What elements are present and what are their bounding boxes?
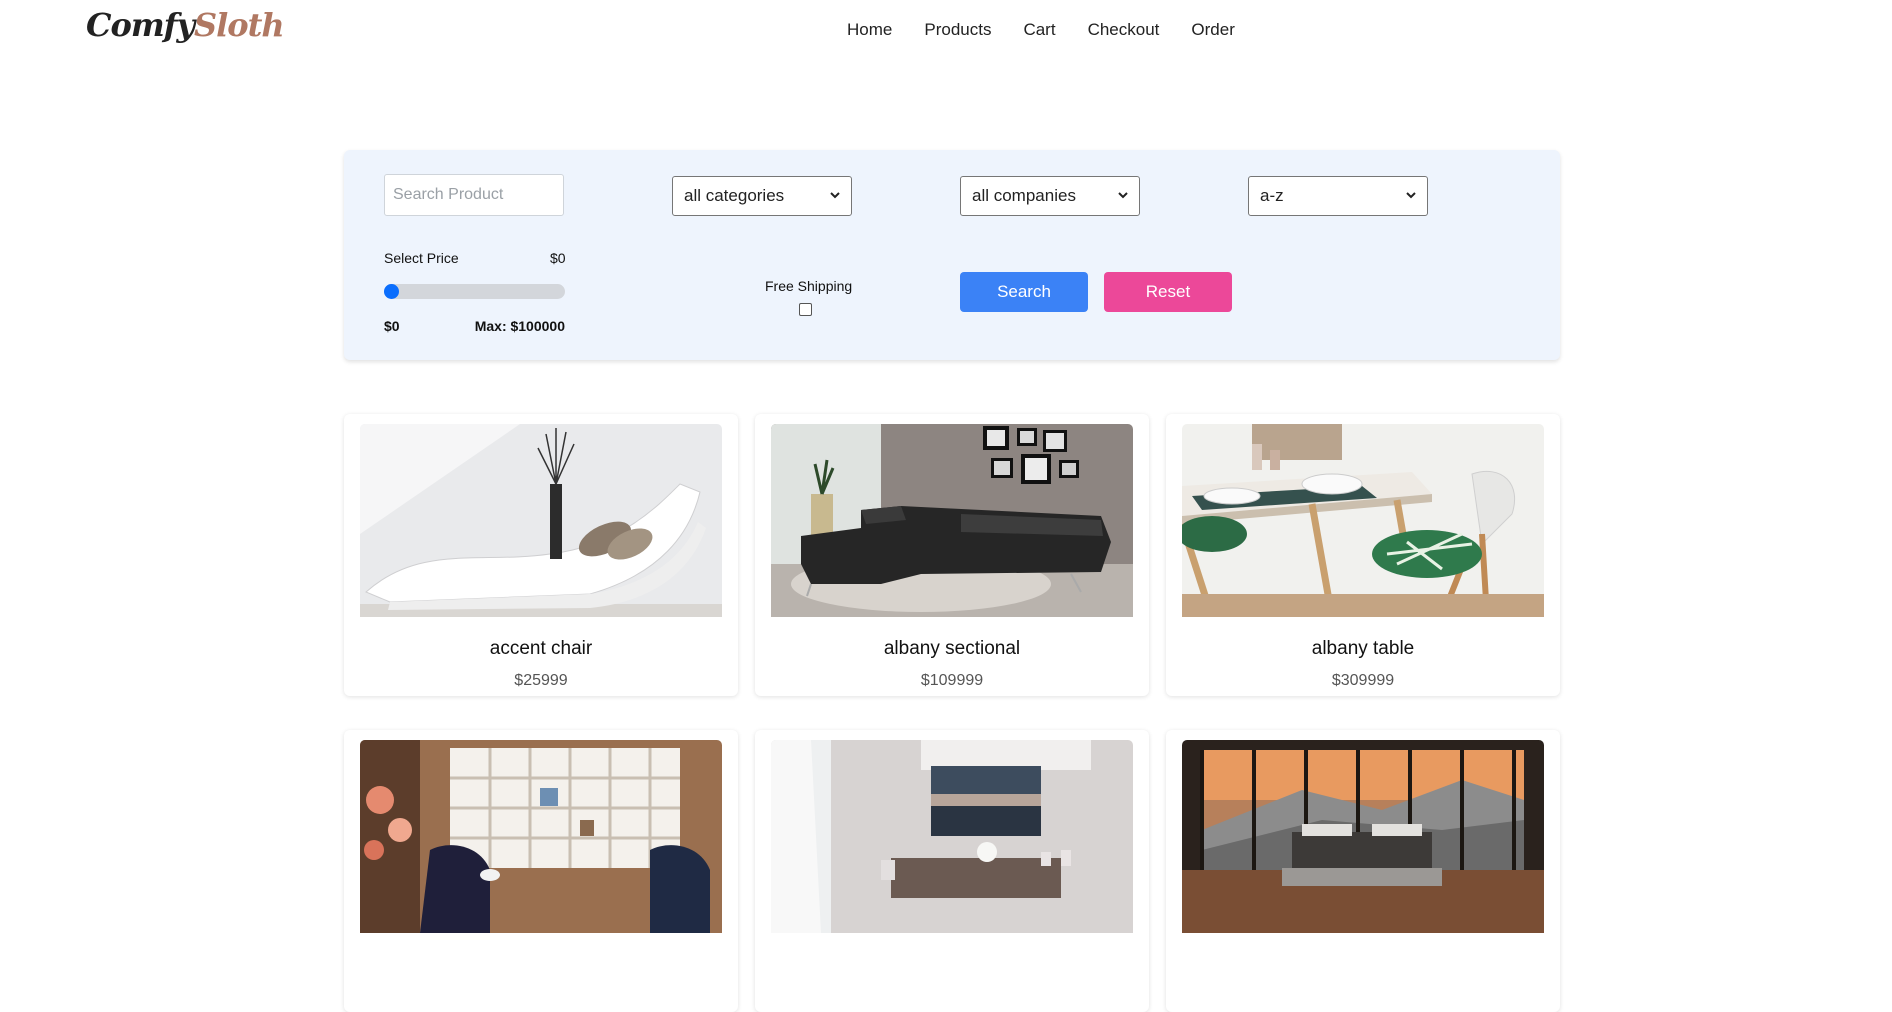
navbar: ComfySloth Home Products Cart Checkout O… bbox=[0, 0, 1892, 60]
search-button[interactable]: Search bbox=[960, 272, 1088, 312]
brand-logo-part2: Sloth bbox=[194, 6, 285, 44]
product-price: $109999 bbox=[920, 672, 984, 689]
product-card[interactable] bbox=[344, 730, 738, 1012]
product-title: albany table bbox=[1311, 638, 1415, 659]
company-select[interactable]: all companies bbox=[960, 176, 1140, 216]
product-image[interactable] bbox=[360, 424, 722, 617]
brand-logo[interactable]: ComfySloth bbox=[86, 6, 285, 44]
free-shipping-checkbox[interactable] bbox=[799, 303, 812, 316]
chevron-down-icon bbox=[1406, 192, 1416, 199]
company-select-value: all companies bbox=[972, 186, 1076, 205]
product-card[interactable]: accent chair $25999 bbox=[344, 414, 738, 696]
nav-link-products[interactable]: Products bbox=[924, 20, 991, 40]
product-price: $25999 bbox=[514, 672, 568, 689]
product-image[interactable] bbox=[1182, 740, 1544, 933]
sort-select-value: a-z bbox=[1260, 186, 1284, 205]
nav-link-cart[interactable]: Cart bbox=[1023, 20, 1055, 40]
price-current-value: $0 bbox=[550, 250, 566, 266]
category-select-value: all categories bbox=[684, 186, 785, 205]
filter-panel: all categories all companies a-z Select … bbox=[344, 150, 1560, 360]
product-card[interactable] bbox=[1166, 730, 1560, 1012]
product-title: accent chair bbox=[489, 638, 593, 659]
price-range-slider[interactable] bbox=[384, 284, 565, 299]
category-select[interactable]: all categories bbox=[672, 176, 852, 216]
price-range-thumb[interactable] bbox=[384, 284, 399, 299]
chevron-down-icon bbox=[830, 192, 840, 199]
nav-link-home[interactable]: Home bbox=[847, 20, 892, 40]
reset-button[interactable]: Reset bbox=[1104, 272, 1232, 312]
sort-select[interactable]: a-z bbox=[1248, 176, 1428, 216]
search-input[interactable] bbox=[384, 174, 564, 216]
product-title: albany sectional bbox=[883, 638, 1021, 659]
price-min-label: $0 bbox=[384, 318, 400, 334]
product-card[interactable]: albany sectional $109999 bbox=[755, 414, 1149, 696]
price-label: Select Price bbox=[384, 250, 459, 266]
product-price: $309999 bbox=[1331, 672, 1395, 689]
product-image[interactable] bbox=[1182, 424, 1544, 617]
chevron-down-icon bbox=[1118, 192, 1128, 199]
nav-links: Home Products Cart Checkout Order bbox=[847, 20, 1235, 40]
product-card[interactable] bbox=[755, 730, 1149, 1012]
free-shipping-label: Free Shipping bbox=[765, 278, 853, 294]
product-image[interactable] bbox=[360, 740, 722, 933]
product-image[interactable] bbox=[771, 740, 1133, 933]
nav-link-order[interactable]: Order bbox=[1191, 20, 1234, 40]
price-max-label: Max: $100000 bbox=[474, 318, 565, 334]
product-card[interactable]: albany table $309999 bbox=[1166, 414, 1560, 696]
nav-link-checkout[interactable]: Checkout bbox=[1088, 20, 1160, 40]
product-image[interactable] bbox=[771, 424, 1133, 617]
brand-logo-part1: Comfy bbox=[86, 6, 195, 44]
